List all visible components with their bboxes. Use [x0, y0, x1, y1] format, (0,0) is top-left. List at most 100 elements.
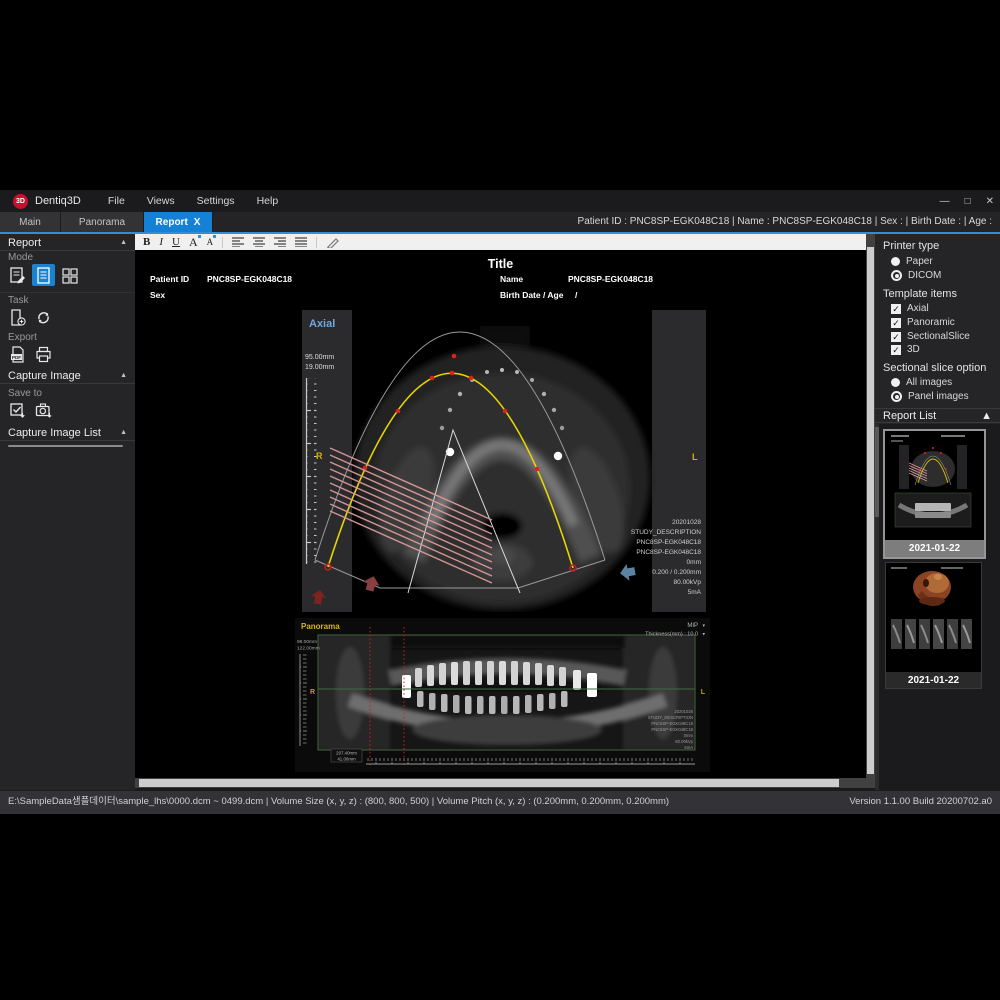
- template-item-sectionalslice[interactable]: ✓ SectionalSlice: [891, 331, 970, 342]
- report-list-header[interactable]: Report List ▲: [875, 408, 1000, 423]
- sectional-option-all-images[interactable]: All images: [891, 377, 952, 388]
- sectional-option-panel-images[interactable]: Panel images: [891, 391, 969, 402]
- collapse-icon[interactable]: ▲: [120, 429, 127, 436]
- minimize-icon[interactable]: —: [940, 196, 950, 207]
- font-decrease-button[interactable]: A: [207, 235, 214, 249]
- new-report-button[interactable]: [6, 306, 29, 328]
- panorama-view[interactable]: Panorama MIP ▾ Thickness(mm) : 10.0 ▾ 98…: [295, 618, 710, 772]
- capture-image-header[interactable]: Capture Image ▲: [0, 368, 135, 384]
- radio-icon[interactable]: [891, 378, 900, 387]
- radio-icon[interactable]: [891, 257, 900, 266]
- align-justify-icon[interactable]: [295, 237, 307, 247]
- svg-text:STUDY_DESCRIPTION: STUDY_DESCRIPTION: [648, 715, 693, 720]
- text-toolbar: B I U A A: [135, 234, 866, 250]
- patient-id-value: PNC8SP-EGK048C18: [207, 274, 292, 284]
- print-report-button[interactable]: [32, 343, 55, 365]
- radio-selected-icon[interactable]: [891, 270, 902, 281]
- pano-ruler-label1: 98.00mm: [297, 639, 317, 645]
- printer-option-paper[interactable]: Paper: [891, 256, 933, 267]
- panorama-label: Panorama: [301, 622, 340, 631]
- app-window: 3D Dentiq3D File Views Settings Help — □…: [0, 190, 1000, 813]
- report-view-mode-button[interactable]: [32, 264, 55, 286]
- report-thumbnail[interactable]: 2021-01-22: [885, 562, 982, 689]
- report-edit-mode-button[interactable]: [6, 264, 29, 286]
- svg-text:5mA: 5mA: [684, 745, 693, 750]
- name-label: Name: [500, 274, 523, 284]
- align-right-icon[interactable]: [274, 237, 286, 247]
- pano-left-marker: L: [701, 689, 706, 696]
- tab-panorama[interactable]: Panorama: [61, 212, 144, 232]
- horizontal-scrollbar[interactable]: [135, 778, 866, 788]
- pen-icon[interactable]: [326, 236, 340, 248]
- svg-text:5mA: 5mA: [688, 589, 702, 596]
- svg-text:80.00kVp: 80.00kVp: [674, 579, 702, 586]
- svg-text:PDF: PDF: [12, 354, 21, 359]
- tab-report[interactable]: Report X: [144, 212, 213, 232]
- report-list: 2021-01-22: [875, 424, 1000, 790]
- save-capture-file-button[interactable]: [32, 399, 55, 421]
- grid-layout-mode-button[interactable]: [58, 264, 81, 286]
- report-list-scrollbar[interactable]: [875, 424, 879, 790]
- report-thumbnail-selected[interactable]: 2021-01-22: [883, 429, 986, 559]
- save-capture-list-button[interactable]: [6, 399, 29, 421]
- report-date: 2021-01-22: [885, 540, 984, 557]
- camera-save-icon: [34, 401, 53, 420]
- underline-button[interactable]: U: [172, 235, 180, 249]
- template-item-axial[interactable]: ✓ Axial: [891, 303, 929, 314]
- maximize-icon[interactable]: □: [965, 196, 971, 207]
- report-title[interactable]: Title: [135, 257, 866, 271]
- save-to-label: Save to: [8, 388, 42, 399]
- bold-button[interactable]: B: [143, 235, 150, 249]
- printer-icon: [34, 345, 53, 364]
- printer-type-label: Printer type: [883, 240, 939, 252]
- collapse-icon[interactable]: ▲: [120, 239, 127, 246]
- template-item-panoramic[interactable]: ✓ Panoramic: [891, 317, 955, 328]
- template-item-3d[interactable]: ✓ 3D: [891, 344, 920, 355]
- close-icon[interactable]: ✕: [986, 196, 994, 207]
- menu-settings[interactable]: Settings: [186, 190, 246, 212]
- refresh-report-button[interactable]: [32, 306, 55, 328]
- svg-text:Thickness(mm) : 10.0: Thickness(mm) : 10.0: [645, 632, 698, 638]
- app-logo-icon: 3D: [13, 194, 28, 209]
- checkbox-checked-icon[interactable]: ✓: [891, 345, 901, 355]
- sex-label: Sex: [150, 290, 165, 300]
- sectional-slice-option-label: Sectional slice option: [883, 362, 986, 374]
- new-document-icon: [8, 308, 27, 327]
- checkbox-checked-icon[interactable]: ✓: [891, 332, 901, 342]
- v-scroll-thumb[interactable]: [867, 247, 874, 774]
- svg-text:STUDY_DESCRIPTION: STUDY_DESCRIPTION: [631, 529, 701, 536]
- svg-text:0.200 / 0.200mm: 0.200 / 0.200mm: [652, 569, 701, 576]
- h-scroll-thumb[interactable]: [139, 779, 839, 787]
- save-check-icon: [8, 401, 27, 420]
- tab-main[interactable]: Main: [0, 212, 61, 232]
- close-report-tab-icon[interactable]: X: [194, 217, 201, 228]
- svg-text:80.00kVp: 80.00kVp: [675, 739, 693, 744]
- checkbox-checked-icon[interactable]: ✓: [891, 304, 901, 314]
- menu-views[interactable]: Views: [136, 190, 186, 212]
- checkbox-checked-icon[interactable]: ✓: [891, 318, 901, 328]
- align-center-icon[interactable]: [253, 237, 265, 247]
- report-thumbnail-image: [885, 431, 980, 535]
- italic-button[interactable]: I: [159, 235, 163, 249]
- report-editor: B I U A A: [135, 232, 875, 790]
- birth-age-value: /: [575, 290, 577, 300]
- font-increase-button[interactable]: A: [189, 235, 198, 249]
- menu-file[interactable]: File: [97, 190, 136, 212]
- pano-right-marker: R: [310, 689, 315, 696]
- align-left-icon[interactable]: [232, 237, 244, 247]
- radio-selected-icon[interactable]: [891, 391, 902, 402]
- axial-view[interactable]: Axial 95.00mm 19.00mm R L 20201028 STUDY…: [302, 310, 706, 612]
- printer-option-dicom[interactable]: DICOM: [891, 270, 941, 281]
- collapse-icon[interactable]: ▲: [981, 410, 992, 422]
- report-document[interactable]: Title Patient ID PNC8SP-EGK048C18 Name P…: [135, 250, 866, 778]
- axial-depth2: 19.00mm: [305, 364, 334, 371]
- menu-help[interactable]: Help: [246, 190, 290, 212]
- patient-id-label: Patient ID: [150, 274, 189, 284]
- collapse-icon[interactable]: ▲: [120, 372, 127, 379]
- export-pdf-button[interactable]: PDF: [6, 343, 29, 365]
- title-bar: 3D Dentiq3D File Views Settings Help — □…: [0, 190, 1000, 212]
- vertical-scrollbar[interactable]: [866, 234, 875, 788]
- capture-image-list-header[interactable]: Capture Image List ▲: [0, 425, 135, 441]
- report-panel-header[interactable]: Report ▲: [0, 235, 135, 251]
- grid-icon: [60, 266, 79, 285]
